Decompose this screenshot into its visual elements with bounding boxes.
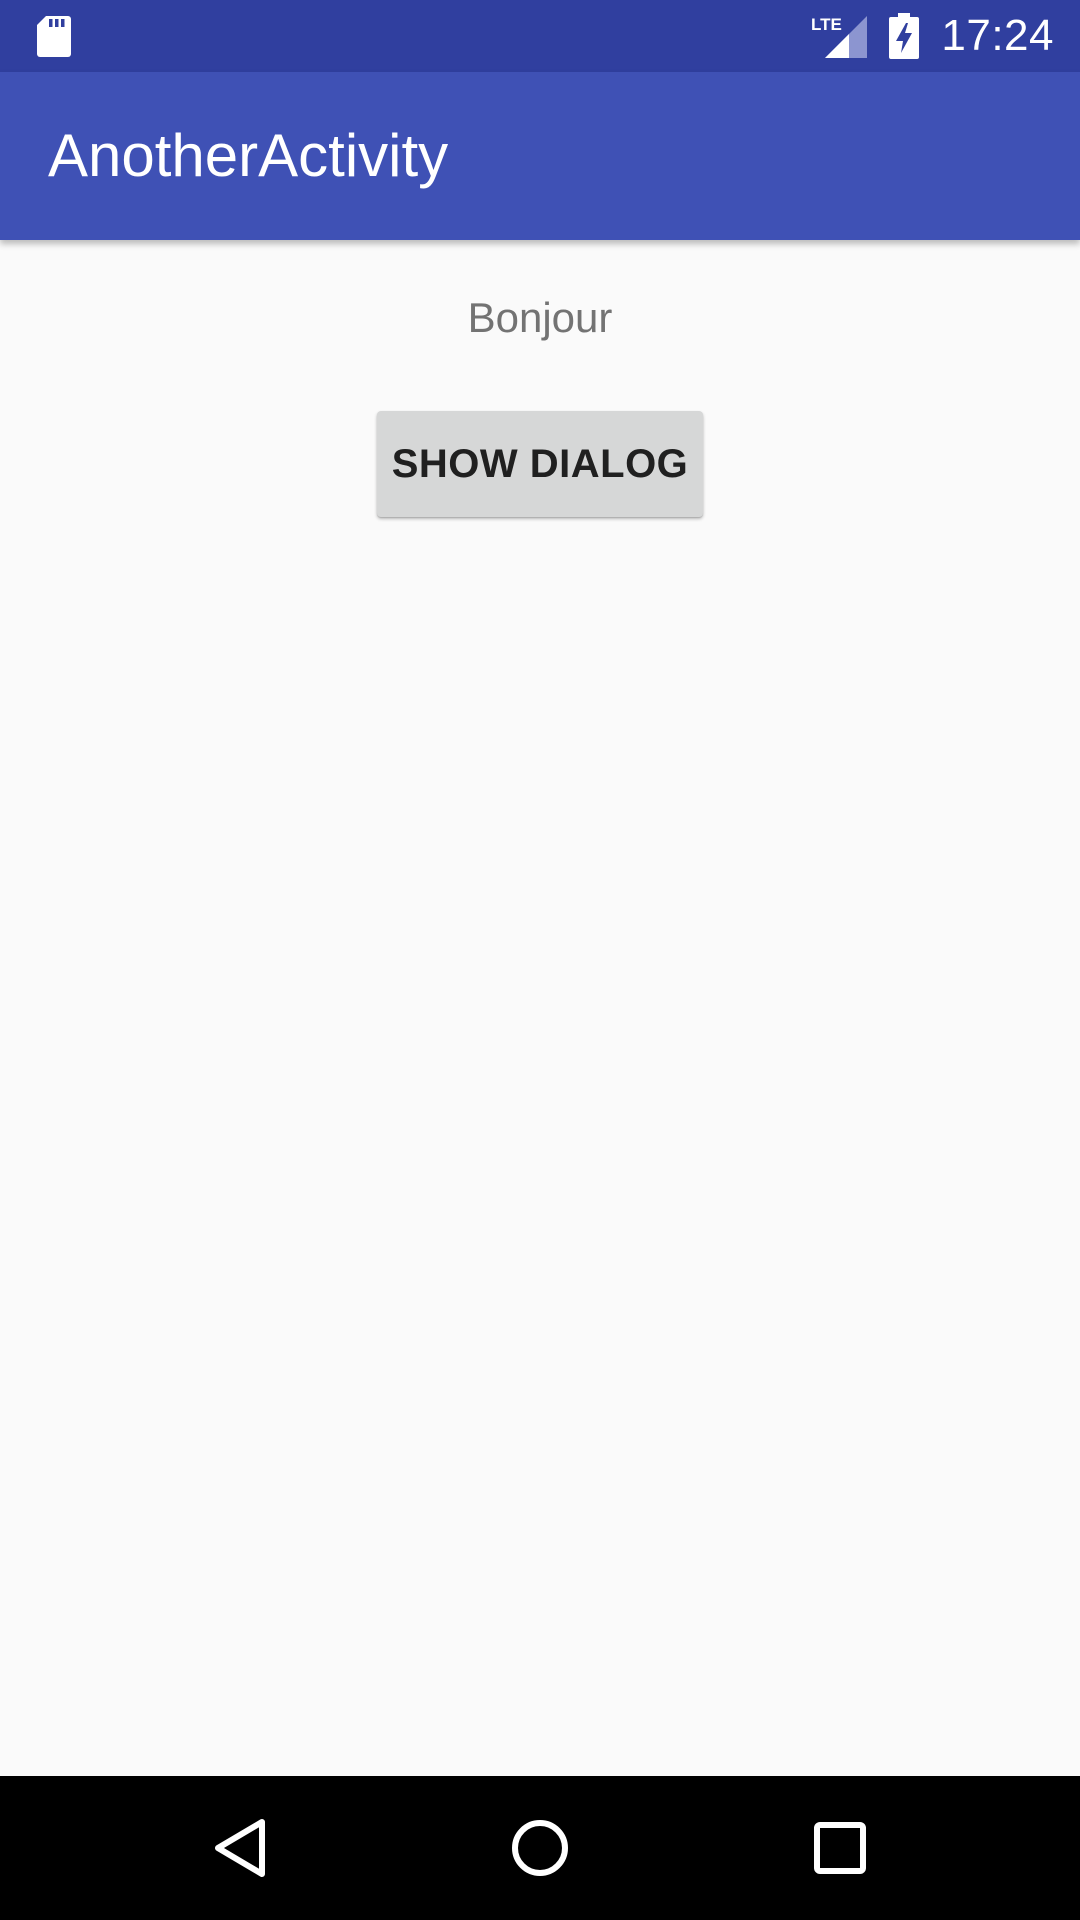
status-icons: LTE 17:24 [811,0,1054,72]
lte-signal-icon: LTE [811,15,868,58]
back-button[interactable] [190,1798,290,1898]
recents-button[interactable] [790,1798,890,1898]
app-title: AnotherActivity [48,122,449,189]
recents-icon [814,1822,866,1874]
greeting-text: Bonjour [467,294,613,341]
back-icon [215,1819,265,1877]
navigation-bar [0,1776,1080,1920]
app-bar: AnotherActivity [0,72,1080,240]
battery-charging-icon [889,13,920,59]
status-bar: LTE 17:24 [0,0,1080,72]
screen: LTE 17:24 AnotherActivity Bonjour SHOW D… [0,0,1080,1920]
home-button[interactable] [490,1798,590,1898]
lte-label: LTE [811,15,842,34]
status-time: 17:24 [941,11,1054,60]
home-icon [512,1820,568,1876]
sd-card-icon [37,16,71,57]
show-dialog-button[interactable]: SHOW DIALOG [377,411,703,517]
